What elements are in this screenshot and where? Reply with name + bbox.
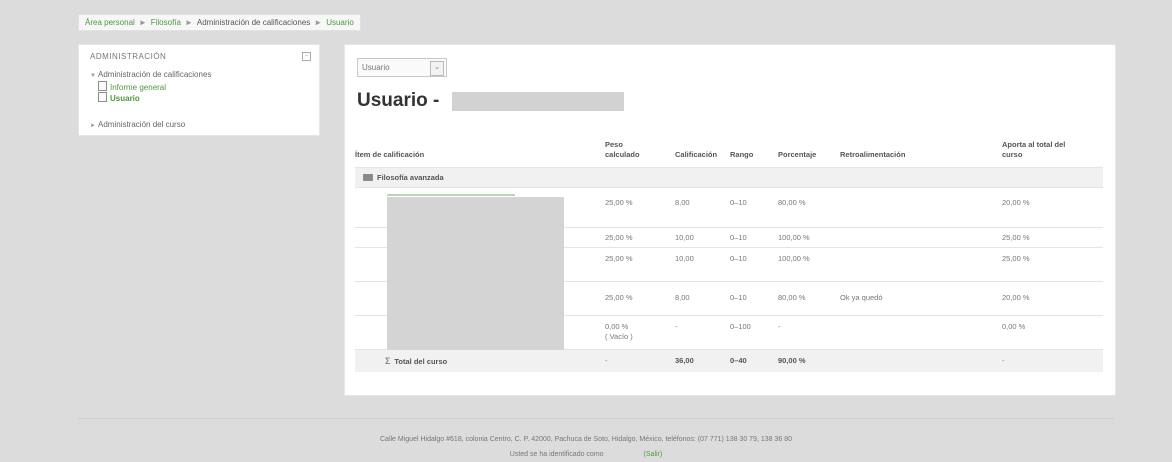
category-label: Filosofía avanzada [377,173,444,182]
footer-login-info: Usted se ha identificado como (Salir) [0,451,1172,458]
breadcrumb: Área personal ► Filosofía ► Administración d… [78,14,361,31]
total-grade: 36,00 [675,356,694,365]
grade-cell: 10,00 [675,254,694,263]
percent-cell: 80,00 % [778,198,806,207]
range-cell: 0–10 [730,254,747,263]
grade-cell: 10,00 [675,233,694,242]
total-weight: - [605,356,608,365]
contribution-cell: 20,00 % [1002,293,1030,302]
header-weight: Peso calculado [605,140,640,159]
header-grade: Calificación [675,150,718,159]
tree-link-user[interactable]: Usuario [98,92,140,103]
weight-cell: 0,00 % [605,322,629,331]
total-percent: 90,00 % [778,356,806,365]
tree-grades-admin-label: Administración de calificaciones [98,70,212,79]
logout-link[interactable]: (Salir) [644,451,663,458]
header-range: Rango [730,150,754,159]
tree-course-admin-label: Administración del curso [98,120,186,129]
tree-link-user-label: Usuario [110,94,140,103]
category-name: Filosofía avanzada [363,173,444,183]
breadcrumb-separator: ► [314,18,323,27]
breadcrumb-separator: ► [184,18,193,27]
feedback-cell: Ok ya quedó [840,293,883,302]
chevron-down-icon: ⌄ [430,61,444,76]
grade-cell: 8,00 [675,293,690,302]
footer-divider [78,418,1114,419]
total-row: Σ Total del curso - 36,00 0–40 90,00 % - [355,349,1103,372]
folder-icon [363,174,373,181]
header-percent: Porcentaje [778,150,817,159]
weight-cell: 25,00 % [605,293,633,302]
range-cell: 0–100 [730,322,751,331]
range-cell: 0–10 [730,198,747,207]
percent-cell: - [778,322,781,331]
tree-link-overview-label: Informe general [110,83,167,92]
report-select[interactable]: Usuario ⌄ [357,58,447,77]
expand-triangle-icon: ▼ [90,73,96,79]
percent-cell: 100,00 % [778,254,810,263]
report-select-value: Usuario [362,63,390,72]
tree-grades-admin[interactable]: ▼ Administración de calificaciones [90,70,211,79]
contribution-cell: 0,00 % [1002,322,1026,331]
grade-item-link[interactable] [387,194,515,196]
redacted-user-name [452,92,624,111]
weight-cell: 25,00 % [605,233,633,242]
category-row: Filosofía avanzada [355,167,1103,188]
total-label: Σ Total del curso [385,356,447,367]
block-title: ADMINISTRACIÓN [90,52,167,61]
total-range: 0–40 [730,356,747,365]
breadcrumb-current: Usuario [326,18,354,27]
header-feedback: Retroalimentación [840,150,906,159]
tree-course-admin[interactable]: ► Administración del curso [90,120,185,129]
report-icon [98,92,107,102]
grade-cell: - [675,322,678,331]
login-info-text: Usted se ha identificado como [509,451,604,458]
breadcrumb-course[interactable]: Filosofía [151,18,181,27]
collapse-icon[interactable]: − [302,52,311,61]
sigma-icon: Σ [385,356,391,366]
breadcrumb-separator: ► [138,18,147,27]
collapsed-triangle-icon: ► [90,123,96,129]
total-contribution: - [1002,356,1005,365]
footer-address: Calle Miguel Hidalgo #618, colonia Centr… [380,436,792,443]
range-cell: 0–10 [730,293,747,302]
report-icon [98,81,107,91]
weight-note: ( Vacío ) [605,332,633,341]
contribution-cell: 25,00 % [1002,233,1030,242]
header-contribution: Aporta al total del curso [1002,140,1066,159]
total-label-text: Total del curso [394,357,448,366]
weight-cell: 25,00 % [605,254,633,263]
breadcrumb-grades-admin[interactable]: Administración de calificaciones [197,18,310,27]
breadcrumb-home[interactable]: Área personal [85,18,135,27]
grade-cell: 8,00 [675,198,690,207]
administration-block: ADMINISTRACIÓN − ▼ Administración de cali… [78,44,320,136]
percent-cell: 80,00 % [778,293,806,302]
contribution-cell: 20,00 % [1002,198,1030,207]
percent-cell: 100,00 % [778,233,810,242]
page-title: Usuario - [357,90,440,111]
tree-link-overview[interactable]: Informe general [98,81,166,92]
contribution-cell: 25,00 % [1002,254,1030,263]
redacted-grade-items [387,197,564,350]
weight-cell: 25,00 % [605,198,633,207]
range-cell: 0–10 [730,233,747,242]
header-item: Ítem de calificación [355,150,425,159]
